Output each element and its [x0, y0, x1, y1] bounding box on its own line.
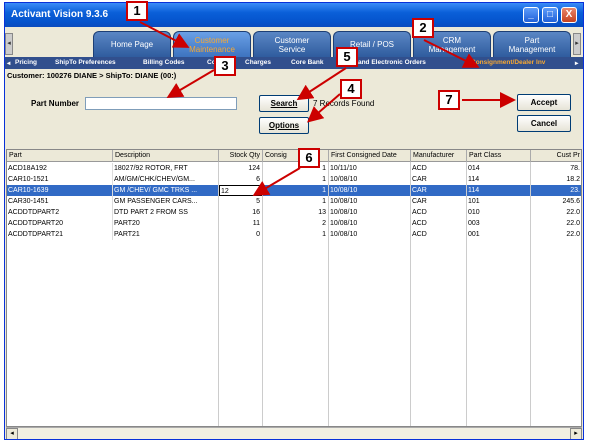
- callout-arrow-2: [423, 39, 480, 68]
- callout-arrow-4: [306, 93, 341, 123]
- callout-arrow-1: [139, 21, 190, 48]
- callout-arrows: [139, 21, 516, 197]
- callout-arrow-3: [166, 69, 215, 99]
- callout-arrow-6: [252, 167, 301, 197]
